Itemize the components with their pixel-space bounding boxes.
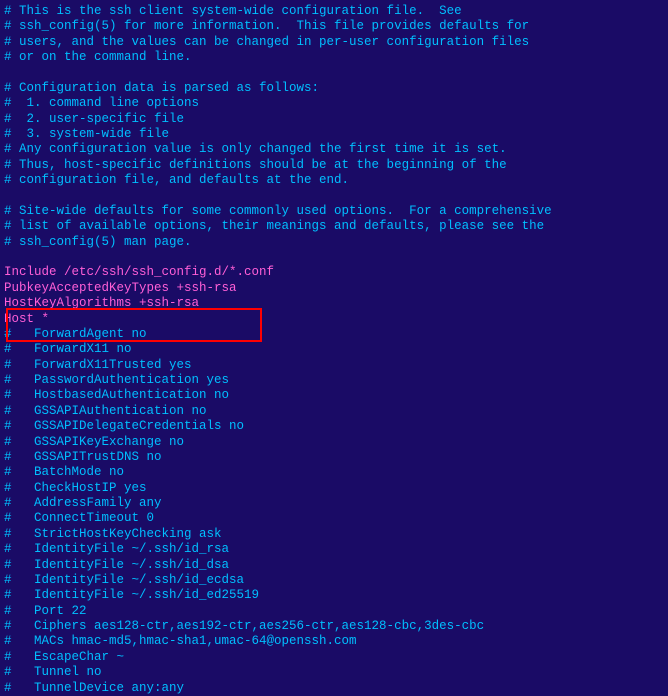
- terminal-editor-content[interactable]: # This is the ssh client system-wide con…: [4, 4, 664, 696]
- config-line: # 3. system-wide file: [4, 127, 664, 142]
- config-line: Host *: [4, 312, 664, 327]
- config-line: # GSSAPIDelegateCredentials no: [4, 419, 664, 434]
- config-line: # IdentityFile ~/.ssh/id_ed25519: [4, 588, 664, 603]
- config-line: # EscapeChar ~: [4, 650, 664, 665]
- config-line: [4, 250, 664, 265]
- config-line: # 1. command line options: [4, 96, 664, 111]
- config-line: # ForwardX11 no: [4, 342, 664, 357]
- config-line: # ssh_config(5) man page.: [4, 235, 664, 250]
- config-line: # BatchMode no: [4, 465, 664, 480]
- config-line: # IdentityFile ~/.ssh/id_ecdsa: [4, 573, 664, 588]
- config-line: # TunnelDevice any:any: [4, 681, 664, 696]
- config-line: # ConnectTimeout 0: [4, 511, 664, 526]
- config-line: # Tunnel no: [4, 665, 664, 680]
- config-line: # Site-wide defaults for some commonly u…: [4, 204, 664, 219]
- config-line: # MACs hmac-md5,hmac-sha1,umac-64@openss…: [4, 634, 664, 649]
- config-line: # 2. user-specific file: [4, 112, 664, 127]
- config-line: # or on the command line.: [4, 50, 664, 65]
- config-line: # Ciphers aes128-ctr,aes192-ctr,aes256-c…: [4, 619, 664, 634]
- config-line: # GSSAPITrustDNS no: [4, 450, 664, 465]
- config-line: # ForwardX11Trusted yes: [4, 358, 664, 373]
- config-line: # StrictHostKeyChecking ask: [4, 527, 664, 542]
- config-line: PubkeyAcceptedKeyTypes +ssh-rsa: [4, 281, 664, 296]
- config-line: # GSSAPIAuthentication no: [4, 404, 664, 419]
- config-line: Include /etc/ssh/ssh_config.d/*.conf: [4, 265, 664, 280]
- config-line: # This is the ssh client system-wide con…: [4, 4, 664, 19]
- config-line: # Configuration data is parsed as follow…: [4, 81, 664, 96]
- config-line: # Thus, host-specific definitions should…: [4, 158, 664, 173]
- config-line: # HostbasedAuthentication no: [4, 388, 664, 403]
- config-line: [4, 66, 664, 81]
- config-line: # list of available options, their meani…: [4, 219, 664, 234]
- config-line: # PasswordAuthentication yes: [4, 373, 664, 388]
- config-line: # IdentityFile ~/.ssh/id_dsa: [4, 558, 664, 573]
- config-line: # configuration file, and defaults at th…: [4, 173, 664, 188]
- config-line: # AddressFamily any: [4, 496, 664, 511]
- config-file-lines: # This is the ssh client system-wide con…: [4, 4, 664, 696]
- config-line: # ssh_config(5) for more information. Th…: [4, 19, 664, 34]
- config-line: # ForwardAgent no: [4, 327, 664, 342]
- config-line: # Port 22: [4, 604, 664, 619]
- config-line: # users, and the values can be changed i…: [4, 35, 664, 50]
- config-line: # IdentityFile ~/.ssh/id_rsa: [4, 542, 664, 557]
- config-line: [4, 189, 664, 204]
- config-line: # GSSAPIKeyExchange no: [4, 435, 664, 450]
- config-line: HostKeyAlgorithms +ssh-rsa: [4, 296, 664, 311]
- config-line: # Any configuration value is only change…: [4, 142, 664, 157]
- config-line: # CheckHostIP yes: [4, 481, 664, 496]
